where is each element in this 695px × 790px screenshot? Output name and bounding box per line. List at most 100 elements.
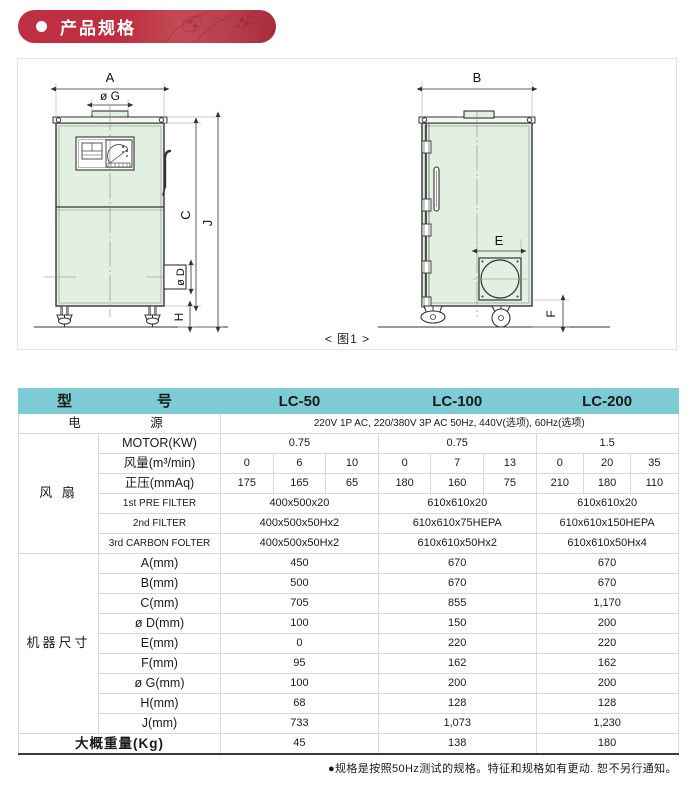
dim-label-F: F	[544, 310, 558, 317]
dim-e-lc100: 220	[377, 633, 537, 654]
dim-label-C: C	[178, 210, 193, 219]
row-label-second-filter: 2nd FILTER	[97, 513, 222, 534]
dim-e-lc200: 220	[535, 633, 679, 654]
carbon-filter-lc50: 400x500x50Hx2	[220, 533, 379, 554]
second-filter-lc200: 610x610x150HEPA	[535, 513, 679, 534]
dim-label-B: B	[473, 70, 482, 85]
table-row-dim-b: B(mm) 500 670 670	[19, 573, 679, 594]
table-row-dim-j: J(mm) 733 1,073 1,230	[19, 713, 679, 734]
dim-b-lc50: 500	[220, 573, 379, 594]
dim-c-lc50: 705	[220, 593, 379, 614]
table-row-dim-c: C(mm) 705 855 1,170	[19, 593, 679, 614]
technical-drawing-panel: A ø G C J ø D H B E F	[17, 58, 677, 350]
row-label-dim-d: ø D(mm)	[97, 613, 222, 634]
figure-caption: < 图1 >	[324, 332, 371, 346]
pre-filter-lc200: 610x610x20	[535, 493, 679, 514]
table-row-weight: 大概重量(Kg) 45 138 180	[17, 733, 679, 755]
table-row-dim-d: ø D(mm) 100 150 200	[19, 613, 679, 634]
pressure-v1: 165	[272, 473, 327, 494]
airflow-v7: 20	[582, 453, 632, 474]
table-row-motor: 风 扇 MOTOR(KW) 0.75 0.75 1.5	[18, 433, 679, 554]
row-label-carbon-filter: 3rd CARBON FOLTER	[97, 533, 222, 554]
header-model-lc50: LC-50	[220, 388, 379, 414]
row-label-dim-c: C(mm)	[97, 593, 222, 614]
row-label-pressure: 正压(mmAq)	[97, 473, 222, 494]
airflow-v4: 7	[430, 453, 485, 474]
banner-floral-decoration	[165, 11, 257, 43]
table-header-row: 型 号 LC-50 LC-100 LC-200	[17, 388, 679, 414]
dim-label-E: E	[495, 233, 504, 248]
header-model-label: 型 号	[17, 388, 222, 414]
group-label-dimensions: 机器尺寸	[18, 553, 99, 734]
pressure-v4: 160	[430, 473, 485, 494]
row-label-dim-b: B(mm)	[97, 573, 222, 594]
pressure-v8: 110	[630, 473, 679, 494]
second-filter-lc50: 400x500x50Hx2	[220, 513, 379, 534]
weight-lc200: 180	[535, 733, 679, 755]
table-row-second-filter: 2nd FILTER 400x500x50Hx2 610x610x75HEPA …	[19, 513, 679, 534]
row-label-dim-j: J(mm)	[97, 713, 222, 734]
row-label-power: 电 源	[17, 413, 222, 434]
banner-title: 产品规格	[60, 19, 136, 38]
row-value-power: 220V 1P AC, 220/380V 3P AC 50Hz, 440V(选项…	[220, 413, 679, 434]
dim-j-lc100: 1,073	[377, 713, 537, 734]
pressure-v3: 180	[377, 473, 432, 494]
table-row-dim-a: 机器尺寸 A(mm) 450 670 670	[18, 553, 679, 734]
dim-label-J: J	[200, 220, 215, 227]
dim-g-lc200: 200	[535, 673, 679, 694]
dim-b-lc200: 670	[535, 573, 679, 594]
table-row-airflow: 风量(m³/min) 0 6 10 0 7 13 0 20 35	[19, 453, 679, 474]
header-model-lc200: LC-200	[535, 388, 679, 414]
dim-h-lc50: 68	[220, 693, 379, 714]
airflow-v8: 35	[630, 453, 679, 474]
pre-filter-lc100: 610x610x20	[377, 493, 537, 514]
row-label-motor: MOTOR(KW)	[97, 433, 222, 454]
header-model-lc100: LC-100	[377, 388, 537, 414]
dim-a-lc200: 670	[535, 553, 679, 574]
dim-label-A: A	[106, 70, 115, 85]
motor-lc50: 0.75	[220, 433, 379, 454]
row-label-dim-g: ø G(mm)	[97, 673, 222, 694]
specification-table: 型 号 LC-50 LC-100 LC-200 电 源 220V 1P AC, …	[17, 388, 679, 755]
dim-a-lc100: 670	[377, 553, 537, 574]
airflow-v0: 0	[220, 453, 274, 474]
side-view-drawing: B E F	[378, 70, 610, 333]
dim-d-lc50: 100	[220, 613, 379, 634]
pressure-v2: 65	[325, 473, 379, 494]
dim-e-lc50: 0	[220, 633, 379, 654]
dim-label-G: ø G	[100, 89, 120, 103]
front-view-drawing: A ø G C J ø D H	[34, 70, 228, 333]
weight-lc100: 138	[377, 733, 537, 755]
table-row-carbon-filter: 3rd CARBON FOLTER 400x500x50Hx2 610x610x…	[19, 533, 679, 554]
table-row-power: 电 源 220V 1P AC, 220/380V 3P AC 50Hz, 440…	[17, 413, 679, 434]
bullet-dot-icon	[36, 21, 47, 32]
dim-f-lc50: 95	[220, 653, 379, 674]
weight-lc50: 45	[220, 733, 379, 755]
table-row-pre-filter: 1st PRE FILTER 400x500x20 610x610x20 610…	[19, 493, 679, 514]
dim-b-lc100: 670	[377, 573, 537, 594]
row-label-dim-e: E(mm)	[97, 633, 222, 654]
pressure-v0: 175	[220, 473, 274, 494]
airflow-v3: 0	[377, 453, 432, 474]
motor-lc100: 0.75	[377, 433, 537, 454]
airflow-v1: 6	[272, 453, 327, 474]
table-row-dim-e: E(mm) 0 220 220	[19, 633, 679, 654]
dim-g-lc50: 100	[220, 673, 379, 694]
dim-c-lc100: 855	[377, 593, 537, 614]
row-label-dim-f: F(mm)	[97, 653, 222, 674]
airflow-v5: 13	[483, 453, 537, 474]
dim-c-lc200: 1,170	[535, 593, 679, 614]
row-label-dim-a: A(mm)	[97, 553, 222, 574]
table-row-dim-f: F(mm) 95 162 162	[19, 653, 679, 674]
dim-g-lc100: 200	[377, 673, 537, 694]
table-row-dim-g: ø G(mm) 100 200 200	[19, 673, 679, 694]
table-row-pressure: 正压(mmAq) 175 165 65 180 160 75 210 180 1…	[19, 473, 679, 494]
dim-j-lc200: 1,230	[535, 713, 679, 734]
dim-h-lc200: 128	[535, 693, 679, 714]
dim-d-lc100: 150	[377, 613, 537, 634]
dim-d-lc200: 200	[535, 613, 679, 634]
row-label-pre-filter: 1st PRE FILTER	[97, 493, 222, 514]
row-label-weight: 大概重量(Kg)	[17, 733, 222, 755]
dim-label-D: ø D	[175, 268, 187, 286]
dim-h-lc100: 128	[377, 693, 537, 714]
